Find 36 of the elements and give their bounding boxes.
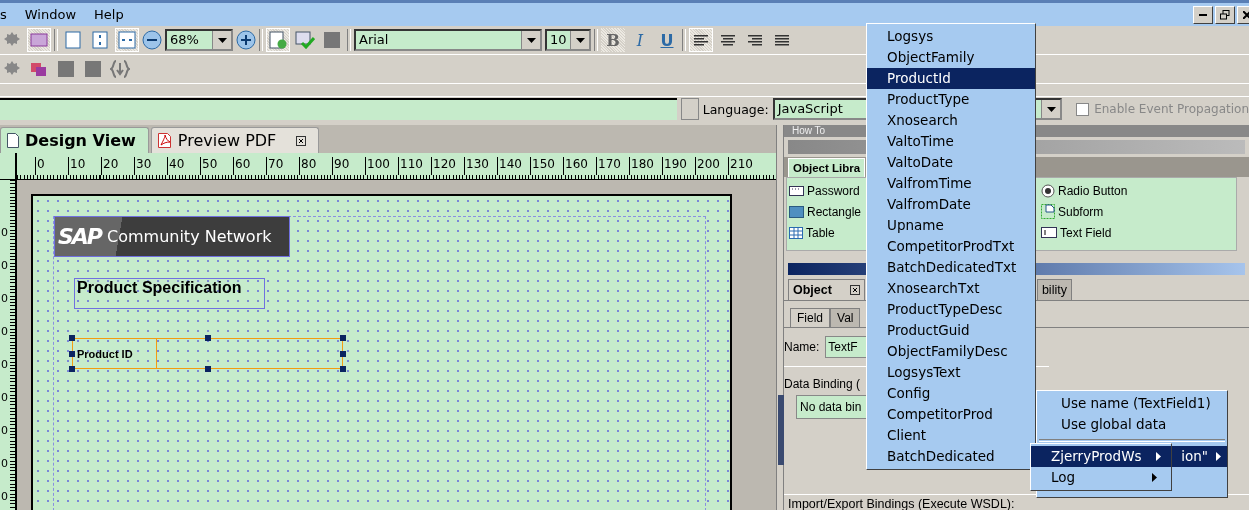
ruler-label: 140	[497, 157, 530, 175]
ruler-label: 110	[398, 157, 431, 175]
ruler-label: 0	[1, 390, 9, 406]
ruler-label: 90	[332, 157, 365, 175]
ruler-label: 60	[233, 157, 266, 175]
ruler-label: 30	[134, 157, 167, 175]
ruler-label: 10	[68, 157, 101, 175]
ruler-label: 190	[662, 157, 695, 175]
ruler-label: 0	[1, 291, 9, 307]
ruler-label: 0	[35, 157, 68, 175]
ruler-label: 40	[167, 157, 200, 175]
ruler-label: 120	[431, 157, 464, 175]
ruler-label: 160	[563, 157, 596, 175]
ruler-label: 20	[101, 157, 134, 175]
ruler-label: 210	[728, 157, 761, 175]
ruler-label: 0	[1, 225, 9, 241]
ruler-label: 0	[1, 456, 9, 472]
ruler-label: 0	[1, 423, 9, 439]
logo: SAP Community Network	[54, 216, 290, 257]
ruler-label: 70	[266, 157, 299, 175]
ruler-label: 130	[464, 157, 497, 175]
ruler-label: 150	[530, 157, 563, 175]
ruler-label: 0	[1, 258, 9, 274]
ruler-label: 80	[299, 157, 332, 175]
ruler-label: 0	[1, 489, 9, 505]
ruler-label: 170	[596, 157, 629, 175]
form-title: Product Specification	[74, 278, 265, 309]
name-label: Name:	[784, 340, 820, 354]
ruler-label: 200	[695, 157, 728, 175]
ruler-label: 50	[200, 157, 233, 175]
ruler-label: 180	[629, 157, 662, 175]
language-label: Language:	[702, 101, 769, 117]
ruler-label: 0	[1, 357, 9, 373]
ruler-label: 0	[1, 324, 9, 340]
data-binding-label: Data Binding (	[784, 377, 862, 391]
ruler-label: 100	[365, 157, 398, 175]
